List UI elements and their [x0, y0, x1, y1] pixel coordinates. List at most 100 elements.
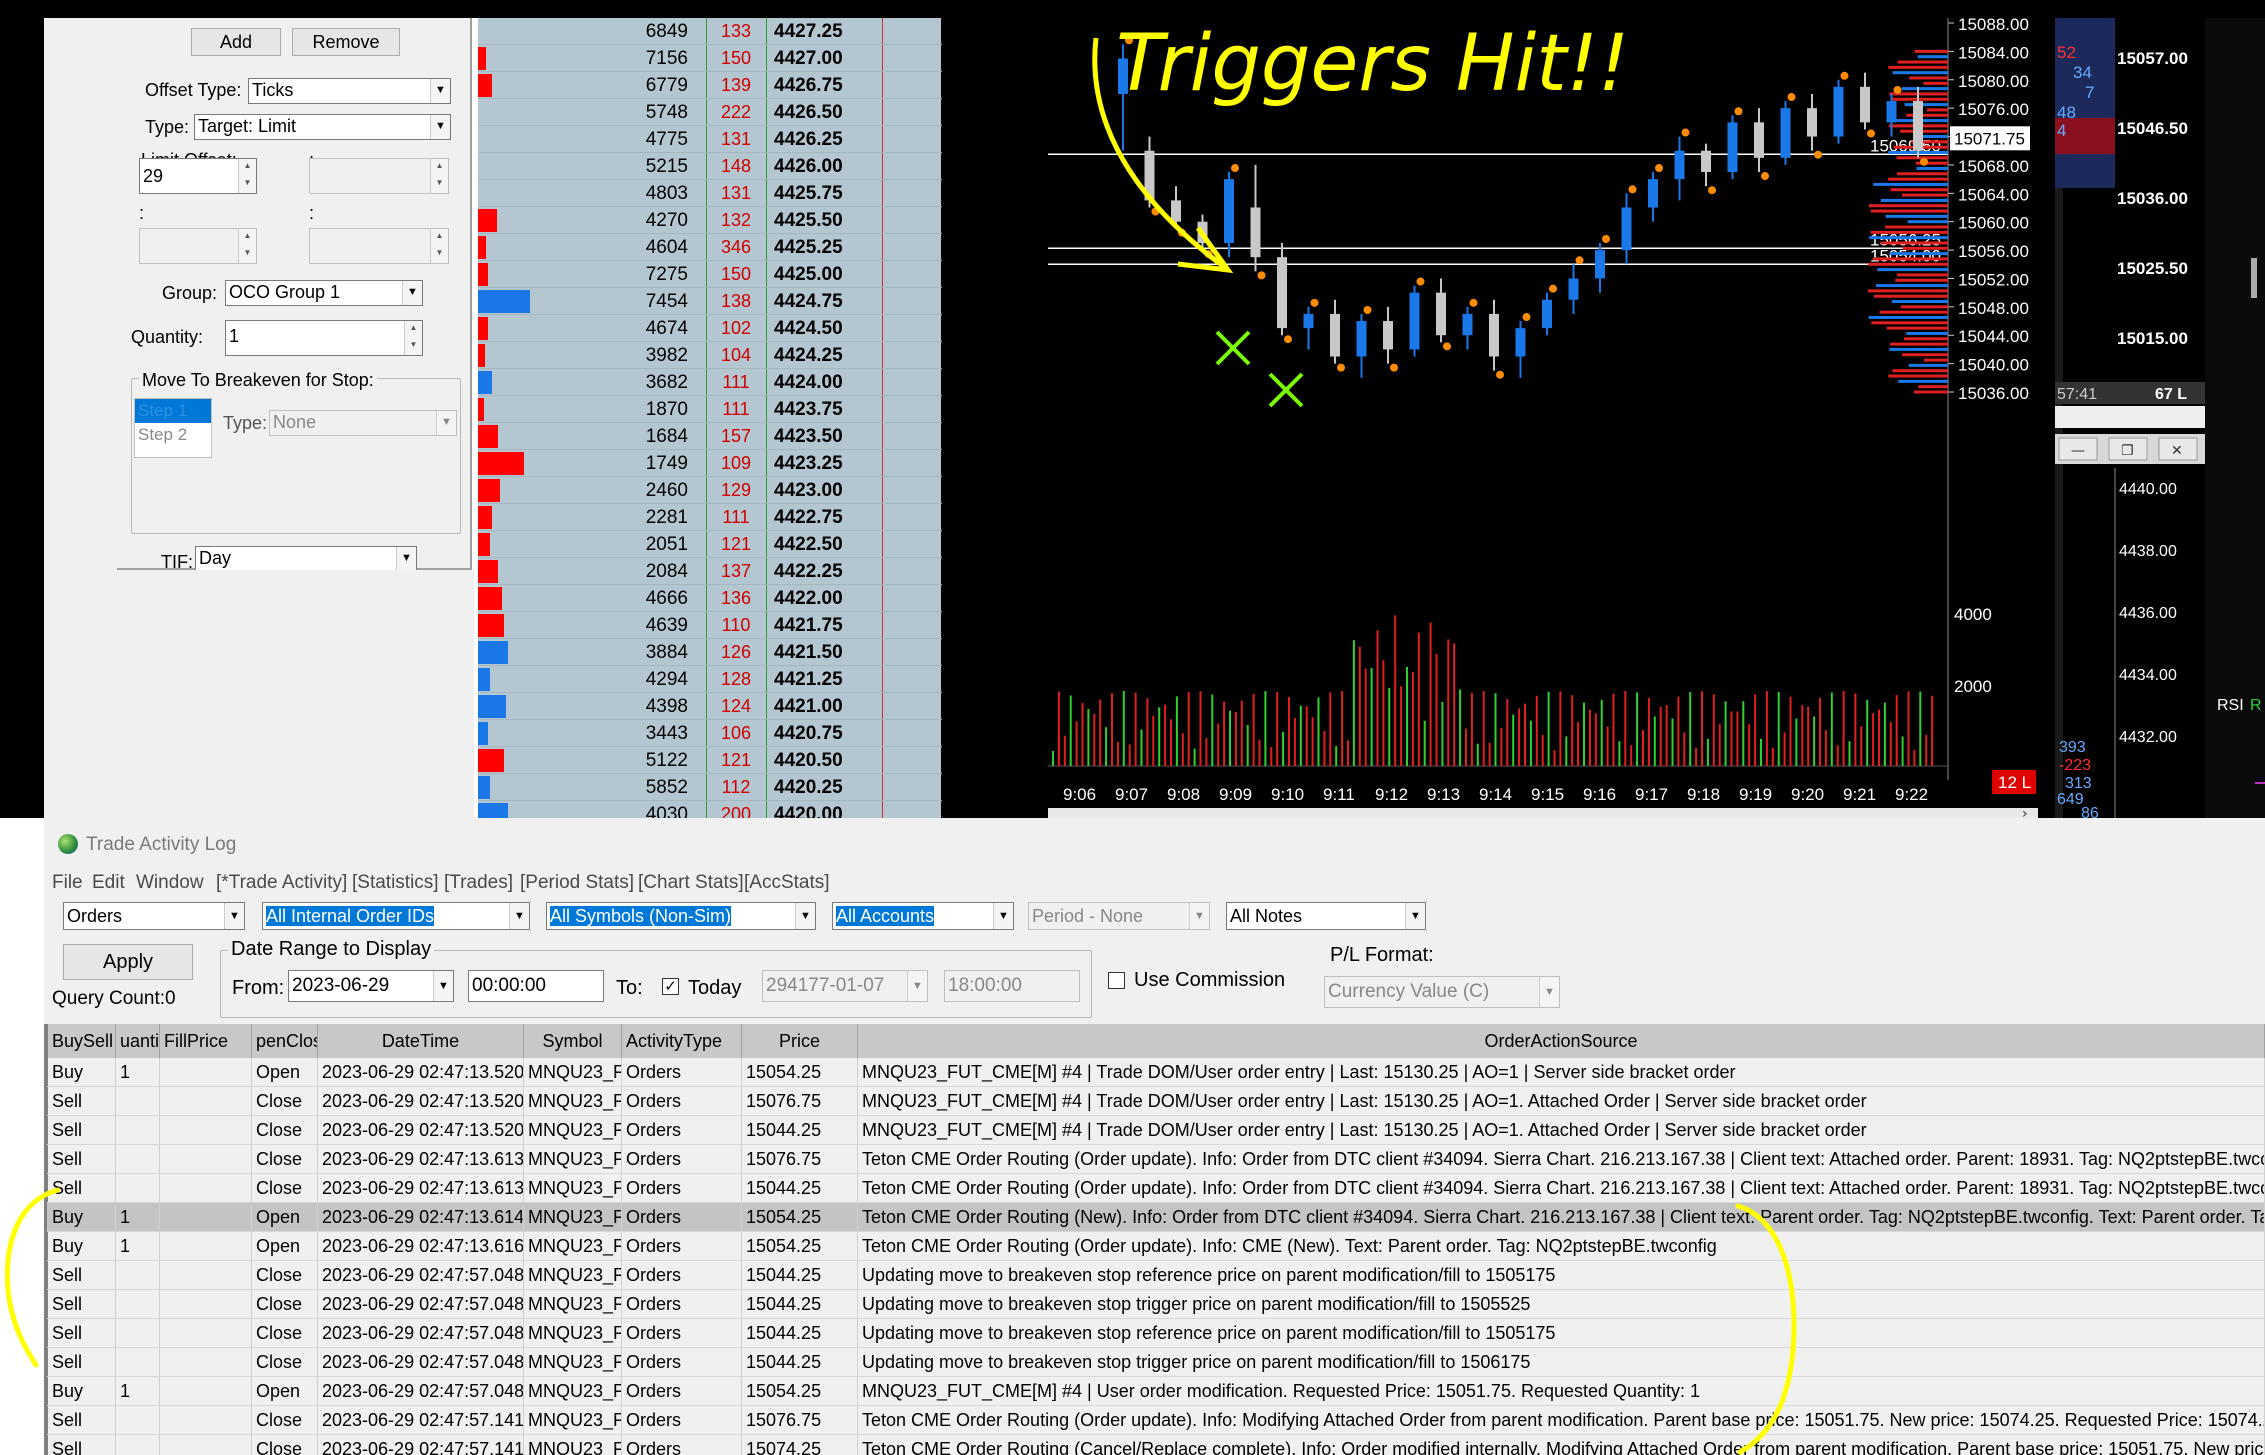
ladder-price[interactable]: 4421.25 [774, 666, 894, 693]
restore-icon[interactable]: ❐ [2121, 443, 2134, 459]
right-panel-canvas[interactable]: 15057.00 15046.50 15036.00 15025.50 15015.00… [2055, 18, 2265, 822]
table-row[interactable]: Buy1Open2023-06-29 02:47:13.616MNQU23_FU… [47, 1232, 2265, 1261]
ladder-row[interactable]: 6849 133 4427.25 [478, 18, 942, 45]
menu-item[interactable]: [Chart Stats] [638, 872, 744, 894]
ladder-price[interactable]: 4423.75 [774, 396, 894, 423]
ladder-row[interactable]: 3884 126 4421.50 [478, 639, 942, 666]
column-header[interactable]: OrderActionSource [858, 1024, 2265, 1058]
ladder-row[interactable]: 2460 129 4423.00 [478, 477, 942, 504]
ladder-row[interactable]: 4775 131 4426.25 [478, 126, 942, 153]
notes-filter-select[interactable]: All Notes ▼ [1226, 902, 1426, 930]
table-row[interactable]: SellClose2023-06-29 02:47:57.048MNQU23_F… [47, 1290, 2265, 1319]
ladder-price[interactable]: 4420.25 [774, 774, 894, 801]
ladder-price[interactable]: 4421.50 [774, 639, 894, 666]
ladder-row[interactable]: 7454 138 4424.75 [478, 288, 942, 315]
ladder-row[interactable]: 6779 139 4426.75 [478, 72, 942, 99]
ladder-row[interactable]: 5852 112 4420.25 [478, 774, 942, 801]
column-header[interactable]: DateTime [318, 1024, 524, 1058]
ladder-row[interactable]: 1749 109 4423.25 [478, 450, 942, 477]
ladder-price[interactable]: 4426.50 [774, 99, 894, 126]
ladder-price[interactable]: 4423.25 [774, 450, 894, 477]
table-row[interactable]: Sell Close2023-06-29 02:47:57.141MNQU23_F… [47, 1435, 2265, 1455]
step-list[interactable]: Step 1 Step 2 [134, 398, 212, 458]
ladder-price[interactable]: 4424.00 [774, 369, 894, 396]
column-header[interactable]: FillPrice [160, 1024, 252, 1058]
table-row[interactable]: SellClose2023-06-29 02:47:13.520MNQU23_F… [47, 1087, 2265, 1116]
table-row[interactable]: SellClose2023-06-29 02:47:13.520MNQU23_F… [47, 1116, 2265, 1145]
column-header[interactable]: penClos [252, 1024, 318, 1058]
menu-item[interactable]: [Statistics] [352, 872, 439, 894]
ladder-row[interactable]: 4639 110 4421.75 [478, 612, 942, 639]
ladder-price[interactable]: 4425.50 [774, 207, 894, 234]
add-button[interactable]: Add [191, 28, 281, 56]
table-row[interactable]: SellClose2023-06-29 02:47:57.048MNQU23_F… [47, 1348, 2265, 1377]
ladder-price[interactable]: 4421.00 [774, 693, 894, 720]
ladder-row[interactable]: 2051 121 4422.50 [478, 531, 942, 558]
today-checkbox[interactable]: ✓ [662, 978, 679, 995]
table-row[interactable]: Buy1Open2023-06-29 02:47:13.614MNQU23_FU… [47, 1203, 2265, 1232]
table-row[interactable]: SellClose2023-06-29 02:47:13.613MNQU23_F… [47, 1145, 2265, 1174]
ladder-row[interactable]: 7156 150 4427.00 [478, 45, 942, 72]
spin-down-icon[interactable]: ▼ [238, 176, 256, 193]
ladder-row[interactable]: 4604 346 4425.25 [478, 234, 942, 261]
ladder-price[interactable]: 4423.50 [774, 423, 894, 450]
menu-item[interactable]: [Period Stats] [520, 872, 634, 894]
column-header[interactable]: uantit [116, 1024, 160, 1058]
ladder-row[interactable]: 3443 106 4420.75 [478, 720, 942, 747]
ladder-price[interactable]: 4426.25 [774, 126, 894, 153]
ladder-price[interactable]: 4420.00 [774, 801, 894, 818]
ladder-price[interactable]: 4421.75 [774, 612, 894, 639]
mini-scrollbar[interactable] [2055, 406, 2205, 428]
table-row[interactable]: Buy1Open2023-06-29 02:47:57.048MNQU23_FU… [47, 1377, 2265, 1406]
order-ids-filter-select[interactable]: All Internal Order IDs ▼ [262, 902, 530, 930]
ladder-row[interactable]: 1684 157 4423.50 [478, 423, 942, 450]
use-commission-checkbox[interactable] [1108, 972, 1125, 989]
spin-up-icon[interactable]: ▲ [404, 321, 422, 338]
remove-button[interactable]: Remove [292, 28, 400, 56]
spin-down-icon[interactable]: ▼ [404, 338, 422, 355]
ladder-row[interactable]: 4398 124 4421.00 [478, 693, 942, 720]
ladder-row[interactable]: 4666 136 4422.00 [478, 585, 942, 612]
ladder-price[interactable]: 4427.00 [774, 45, 894, 72]
ladder-price[interactable]: 4423.00 [774, 477, 894, 504]
ladder-price[interactable]: 4420.75 [774, 720, 894, 747]
ladder-price[interactable]: 4422.75 [774, 504, 894, 531]
ladder-row[interactable]: 5122 121 4420.50 [478, 747, 942, 774]
type-select[interactable]: Target: Limit ▼ [194, 114, 451, 140]
column-header[interactable]: Symbol [524, 1024, 622, 1058]
ladder-row[interactable]: 3982 104 4424.25 [478, 342, 942, 369]
from-time-input[interactable]: 00:00:00 [468, 970, 604, 1002]
menu-item[interactable]: Window [136, 872, 204, 894]
ladder-price[interactable]: 4424.50 [774, 315, 894, 342]
step-list-item[interactable]: Step 1 [135, 399, 211, 423]
ladder-row[interactable]: 4270 132 4425.50 [478, 207, 942, 234]
ladder-row[interactable]: 5748 222 4426.50 [478, 99, 942, 126]
column-header[interactable]: ActivityType [622, 1024, 742, 1058]
ladder-price[interactable]: 4424.25 [774, 342, 894, 369]
ladder-price[interactable]: 4425.25 [774, 234, 894, 261]
ladder-row[interactable]: 1870 111 4423.75 [478, 396, 942, 423]
ladder-row[interactable]: 4294 128 4421.25 [478, 666, 942, 693]
tif-select[interactable]: Day ▼ [195, 546, 417, 572]
limit-offset-spinner[interactable]: 29 ▲ ▼ [139, 158, 257, 194]
column-header[interactable]: BuySell [48, 1024, 116, 1058]
ladder-price[interactable]: 4424.75 [774, 288, 894, 315]
spin-up-icon[interactable]: ▲ [238, 159, 256, 176]
table-row[interactable]: Sell Close2023-06-29 02:47:57.141MNQU23_F… [47, 1406, 2265, 1435]
step-list-item[interactable]: Step 2 [135, 423, 211, 447]
close-icon[interactable]: ✕ [2171, 443, 2183, 459]
from-date-picker[interactable]: 2023-06-29 ▼ [288, 970, 454, 1002]
dom-price-ladder[interactable]: 6849 133 4427.25 7156 150 4427.00 6779 139 4426.… [478, 18, 942, 818]
menu-item[interactable]: Edit [92, 872, 125, 894]
candlestick-chart[interactable]: 15088.0015084.0015080.0015076.0015072.00… [1048, 15, 2055, 822]
quantity-spinner[interactable]: 1 ▲ ▼ [225, 320, 423, 356]
menu-item[interactable]: [*Trade Activity] [216, 872, 347, 894]
accounts-filter-select[interactable]: All Accounts ▼ [832, 902, 1014, 930]
orders-filter-select[interactable]: Orders ▼ [63, 902, 245, 930]
table-row[interactable]: SellClose2023-06-29 02:47:13.613MNQU23_F… [47, 1174, 2265, 1203]
ladder-price[interactable]: 4425.00 [774, 261, 894, 288]
chart-canvas[interactable]: 15088.0015084.0015080.0015076.0015072.00… [1048, 15, 2055, 822]
apply-button[interactable]: Apply [63, 944, 193, 980]
table-row[interactable]: SellClose2023-06-29 02:47:57.048MNQU23_F… [47, 1261, 2265, 1290]
ladder-row[interactable]: 4030 200 4420.00 [478, 801, 942, 818]
